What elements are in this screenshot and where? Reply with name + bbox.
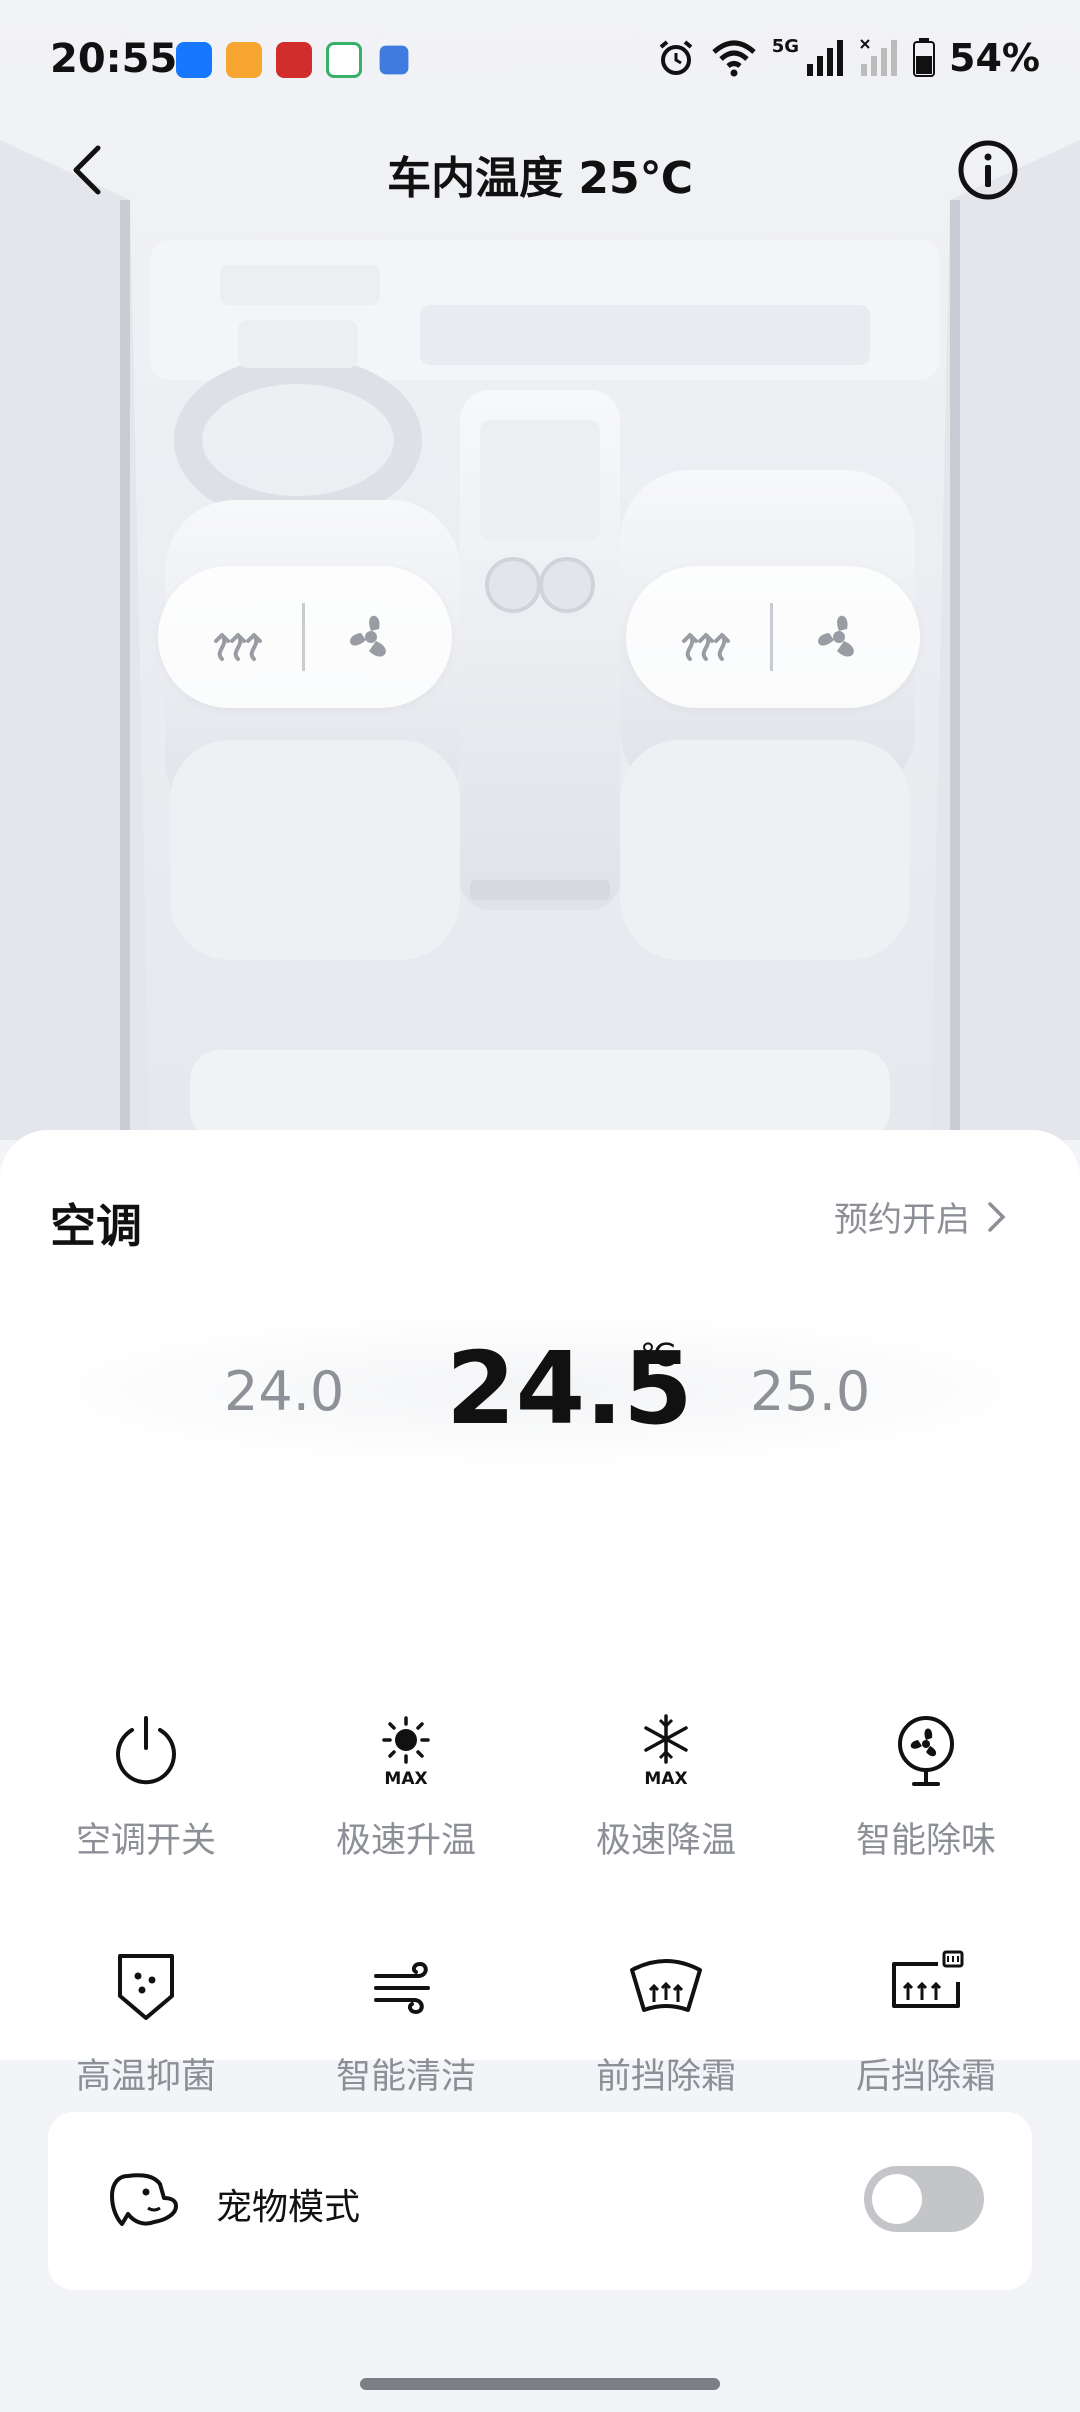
video-app-icon bbox=[226, 42, 262, 78]
seat-heat-icon[interactable] bbox=[676, 607, 736, 667]
rapid-cool-button[interactable]: MAX 极速降温 bbox=[536, 1710, 796, 1863]
seat-heat-icon[interactable] bbox=[208, 607, 268, 667]
page-title: 车内温度 25℃ bbox=[387, 153, 693, 204]
rear-defrost-button[interactable]: 后挡除霜 bbox=[796, 1946, 1056, 2099]
bank-app-icon bbox=[276, 42, 312, 78]
fan-icon bbox=[898, 1716, 954, 1786]
wifi-icon bbox=[712, 40, 756, 77]
temp-option-upper[interactable]: 25.0 bbox=[750, 1360, 870, 1423]
sun-max-icon: MAX bbox=[382, 1716, 430, 1789]
signal-icon bbox=[807, 40, 844, 76]
message-app-icon bbox=[379, 45, 409, 75]
toggle-knob bbox=[872, 2174, 922, 2224]
deodorize-button[interactable]: 智能除味 bbox=[796, 1710, 1056, 1863]
notification-icons bbox=[176, 42, 412, 78]
schedule-label: 预约开启 bbox=[834, 1200, 970, 1240]
signal-weak-icon bbox=[860, 39, 898, 76]
pet-mode-card: 宠物模式 bbox=[48, 2112, 1032, 2290]
status-right: 5G 54% bbox=[656, 36, 1040, 80]
power-icon bbox=[116, 1716, 176, 1785]
charging-app-icon bbox=[326, 42, 362, 78]
alarm-icon bbox=[659, 40, 692, 75]
control-label: 极速降温 bbox=[595, 1821, 736, 1861]
rapid-heat-button[interactable]: MAX 极速升温 bbox=[276, 1710, 536, 1863]
control-label: 高温抑菌 bbox=[75, 2057, 216, 2097]
nav-header: 车内温度 25℃ bbox=[0, 120, 1080, 220]
chevron-right-icon bbox=[988, 1201, 1006, 1232]
info-icon[interactable] bbox=[956, 138, 1020, 202]
pet-mode-toggle[interactable] bbox=[864, 2166, 984, 2232]
wind-icon bbox=[374, 1961, 430, 2015]
ac-section-title: 空调 bbox=[50, 1199, 142, 1253]
control-label: 前挡除霜 bbox=[595, 2057, 736, 2097]
temp-unit: ℃ bbox=[640, 1336, 676, 1374]
status-time: 20:55 bbox=[50, 36, 178, 82]
pet-mode-label: 宠物模式 bbox=[216, 2187, 361, 2228]
control-label: 空调开关 bbox=[75, 1821, 216, 1861]
status-bar: 20:55 5G 54% bbox=[0, 0, 1080, 120]
temp-option-lower[interactable]: 24.0 bbox=[224, 1360, 344, 1423]
svg-text:MAX: MAX bbox=[384, 1769, 427, 1789]
seat-fan-icon[interactable] bbox=[339, 605, 403, 669]
ac-panel: 空调 预约开启 24.0 24.5 ℃ 25.0 空调开关 MAX 极速升温 M… bbox=[0, 1130, 1080, 2097]
seat-fan-icon[interactable] bbox=[807, 605, 871, 669]
rear-defrost-icon bbox=[892, 1950, 964, 2008]
control-label: 极速升温 bbox=[335, 1821, 476, 1861]
schedule-button[interactable]: 预约开启 bbox=[834, 1192, 1008, 1241]
front-defrost-button[interactable]: 前挡除霜 bbox=[536, 1946, 796, 2099]
home-indicator[interactable] bbox=[360, 2378, 720, 2390]
control-label: 智能除味 bbox=[855, 1821, 996, 1861]
dog-icon bbox=[110, 2173, 178, 2226]
control-label: 后挡除霜 bbox=[855, 2057, 996, 2097]
network-type: 5G bbox=[771, 36, 800, 57]
control-label: 智能清洁 bbox=[335, 2057, 476, 2097]
ac-power-button[interactable]: 空调开关 bbox=[16, 1710, 276, 1863]
smart-clean-button[interactable]: 智能清洁 bbox=[276, 1946, 536, 2099]
battery-percent: 54% bbox=[949, 36, 1040, 80]
driver-seat-controls bbox=[158, 566, 452, 708]
alipay-icon bbox=[176, 42, 212, 78]
passenger-seat-controls bbox=[626, 566, 920, 708]
battery-icon bbox=[913, 38, 936, 77]
svg-text:MAX: MAX bbox=[644, 1769, 687, 1789]
shield-dots-icon bbox=[118, 1954, 174, 2020]
snowflake-max-icon: MAX bbox=[644, 1714, 688, 1789]
temperature-selector[interactable]: 24.0 24.5 ℃ 25.0 bbox=[0, 1310, 1080, 1470]
front-defrost-icon bbox=[630, 1959, 702, 2012]
sterilize-button[interactable]: 高温抑菌 bbox=[16, 1946, 276, 2099]
